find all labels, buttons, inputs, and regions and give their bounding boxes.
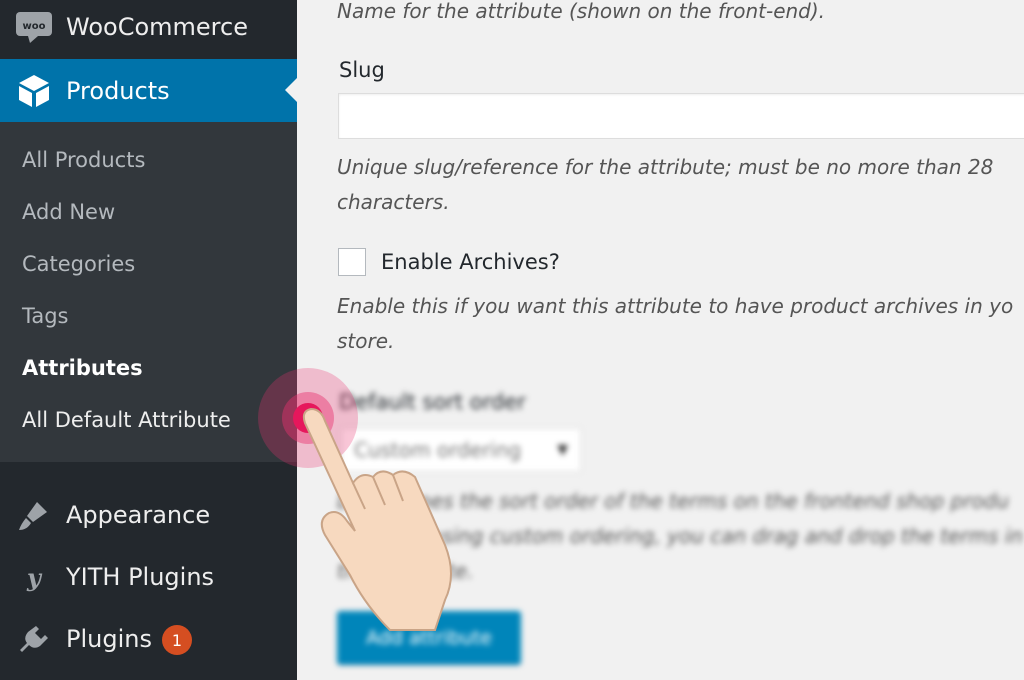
menu-woocommerce[interactable]: woo WooCommerce: [0, 0, 297, 58]
svg-text:y: y: [26, 563, 43, 592]
menu-products-label: Products: [66, 76, 170, 105]
menu-plugins-label: Plugins 1: [66, 625, 192, 655]
current-menu-arrow: [285, 78, 297, 102]
plugins-update-badge: 1: [161, 625, 192, 655]
svg-text:woo: woo: [23, 21, 46, 32]
submenu-all-products[interactable]: All Products: [22, 148, 145, 172]
hand-pointer-icon: [302, 407, 452, 631]
menu-yith-plugins-label: YITH Plugins: [66, 563, 215, 591]
submenu-all-default-attribute[interactable]: All Default Attribute: [22, 408, 231, 432]
slug-help-line2: characters.: [337, 190, 450, 214]
plugins-label-text: Plugins: [66, 625, 152, 653]
menu-products[interactable]: Products: [0, 59, 297, 122]
menu-woocommerce-label: WooCommerce: [66, 13, 248, 41]
submenu-add-new[interactable]: Add New: [22, 200, 115, 224]
enable-archives-checkbox[interactable]: [338, 248, 366, 276]
submenu-tags[interactable]: Tags: [22, 304, 69, 328]
admin-sidebar: woo WooCommerce Products All Products Ad…: [0, 0, 297, 680]
plug-icon: [14, 620, 54, 660]
menu-appearance[interactable]: Appearance: [0, 484, 297, 546]
slug-input[interactable]: [338, 93, 1024, 139]
select-caret-icon: ▼: [557, 442, 568, 458]
name-help-text: Name for the attribute (shown on the fro…: [337, 0, 826, 23]
slug-help-line1: Unique slug/reference for the attribute;…: [337, 155, 994, 179]
slug-label: Slug: [339, 58, 385, 82]
products-submenu: All Products Add New Categories Tags Att…: [0, 122, 297, 462]
enable-archives-label[interactable]: Enable Archives?: [381, 250, 560, 274]
archives-help-line1: Enable this if you want this attribute t…: [337, 294, 1014, 318]
yith-icon: y: [14, 557, 54, 597]
cube-icon: [14, 71, 54, 111]
menu-appearance-label: Appearance: [66, 501, 211, 529]
menu-yith-plugins[interactable]: y YITH Plugins: [0, 546, 297, 608]
menu-plugins[interactable]: Plugins 1: [0, 609, 297, 671]
paintbrush-icon: [14, 495, 54, 535]
submenu-categories[interactable]: Categories: [22, 252, 135, 276]
woocommerce-icon: woo: [14, 7, 54, 47]
archives-help-line2: store.: [337, 329, 395, 353]
submenu-attributes[interactable]: Attributes: [22, 356, 143, 380]
